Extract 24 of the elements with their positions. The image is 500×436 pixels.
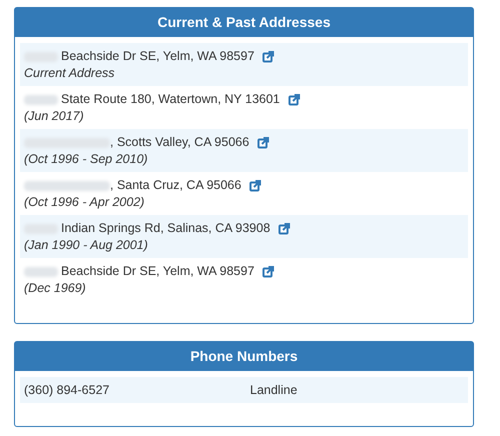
redacted-text	[24, 94, 58, 104]
external-link-icon[interactable]	[262, 50, 274, 62]
address-text: , Scotts Valley, CA 95066	[110, 134, 250, 152]
external-link-icon[interactable]	[249, 180, 262, 192]
address-dates: (Oct 1996 - Apr 2002)	[24, 194, 146, 211]
address-dates: Current Address	[24, 65, 116, 82]
external-link-icon[interactable]	[262, 266, 274, 278]
phone-type: Landline	[250, 382, 298, 399]
redacted-text	[24, 266, 58, 276]
address-text: Beachside Dr SE, Yelm, WA 98597	[61, 263, 254, 280]
phone-number: (360) 894-6527	[24, 382, 110, 399]
address-dates: (Jun 2017)	[24, 108, 85, 125]
panel-title: Phone Numbers	[15, 342, 473, 371]
address-text: State Route 180, Watertown, NY 13601	[61, 91, 280, 108]
address-text: Beachside Dr SE, Yelm, WA 98597	[61, 48, 254, 66]
address-dates: (Dec 1969)	[24, 280, 87, 297]
panel-title: Current & Past Addresses	[15, 8, 473, 37]
external-link-icon[interactable]	[257, 136, 270, 148]
address-text: Indian Springs Rd, Salinas, CA 93908	[61, 220, 270, 238]
address-text: , Santa Cruz, CA 95066	[110, 177, 242, 194]
address-dates: (Jan 1990 - Aug 2001)	[24, 237, 149, 254]
external-link-icon[interactable]	[278, 222, 290, 234]
external-link-icon[interactable]	[288, 94, 300, 106]
address-dates: (Oct 1996 - Sep 2010)	[24, 151, 149, 168]
